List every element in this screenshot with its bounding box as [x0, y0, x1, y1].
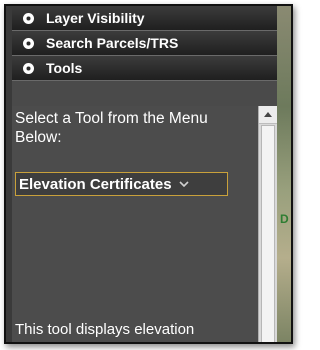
gear-bullet-icon: [22, 62, 35, 75]
section-search-parcels[interactable]: Search Parcels/TRS: [12, 31, 277, 56]
screenshot-frame: D Layer Visibility Search Parcels/TRS To…: [4, 4, 293, 344]
section-layer-visibility[interactable]: Layer Visibility: [12, 6, 277, 31]
gear-bullet-icon: [22, 37, 35, 50]
vertical-scrollbar[interactable]: [258, 106, 277, 342]
section-label: Layer Visibility: [46, 10, 145, 26]
section-tools[interactable]: Tools: [12, 56, 277, 81]
gear-bullet-icon: [22, 12, 35, 25]
section-label: Search Parcels/TRS: [46, 35, 179, 51]
tool-description: This tool displays elevation: [15, 321, 195, 338]
chevron-down-icon: [178, 181, 189, 187]
scrollbar-thumb[interactable]: [261, 125, 275, 342]
tools-content: Select a Tool from the Menu Below: Eleva…: [12, 106, 277, 342]
map-label: D: [280, 212, 289, 226]
tool-instruction: Select a Tool from the Menu Below:: [15, 110, 208, 146]
side-panel: Layer Visibility Search Parcels/TRS Tool…: [12, 6, 277, 342]
tool-select-dropdown[interactable]: Elevation Certificates: [15, 172, 228, 196]
arrow-up-icon[interactable]: [259, 106, 277, 124]
section-label: Tools: [46, 60, 83, 76]
dropdown-value: Elevation Certificates: [19, 175, 172, 193]
map-background[interactable]: D: [277, 6, 291, 342]
